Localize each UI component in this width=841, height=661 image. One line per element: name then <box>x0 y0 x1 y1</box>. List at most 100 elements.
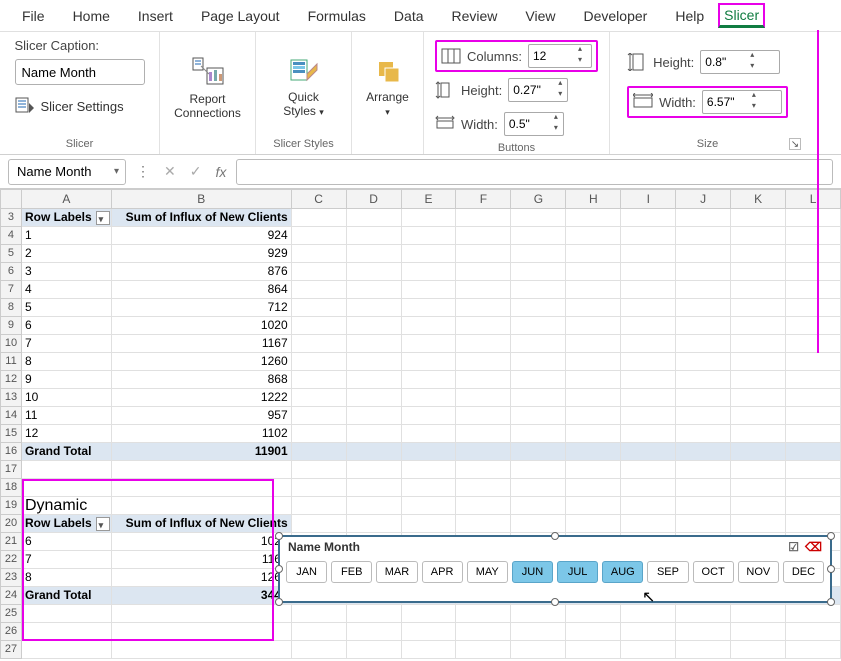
row-header[interactable]: 19 <box>0 497 22 515</box>
cell[interactable] <box>402 353 457 371</box>
cell[interactable] <box>731 407 786 425</box>
cell[interactable] <box>347 461 402 479</box>
cell[interactable] <box>292 443 347 461</box>
cell[interactable] <box>347 407 402 425</box>
cell[interactable] <box>292 317 347 335</box>
cell[interactable] <box>511 335 566 353</box>
cell[interactable] <box>456 461 511 479</box>
cell[interactable] <box>786 281 841 299</box>
cell[interactable] <box>731 623 786 641</box>
row-header[interactable]: 7 <box>0 281 22 299</box>
row-header[interactable]: 12 <box>0 371 22 389</box>
cell[interactable] <box>786 515 841 533</box>
cell[interactable] <box>676 497 731 515</box>
cell[interactable] <box>347 245 402 263</box>
cell[interactable] <box>112 479 292 497</box>
menu-file[interactable]: File <box>8 2 59 30</box>
cell[interactable]: 1260 <box>112 353 292 371</box>
cell[interactable] <box>621 353 676 371</box>
cell[interactable] <box>347 479 402 497</box>
size-height-spinner[interactable]: ▴▾ <box>700 50 780 74</box>
cell[interactable] <box>731 335 786 353</box>
cell[interactable] <box>731 641 786 659</box>
cell[interactable]: 6 <box>22 533 112 551</box>
cell[interactable] <box>566 317 621 335</box>
cell[interactable] <box>786 353 841 371</box>
cell[interactable] <box>621 623 676 641</box>
columns-spinner[interactable]: ▴▾ <box>528 44 592 68</box>
cell[interactable] <box>402 299 457 317</box>
cell[interactable]: 8 <box>22 353 112 371</box>
cell[interactable] <box>511 605 566 623</box>
cell[interactable] <box>731 461 786 479</box>
menu-view[interactable]: View <box>511 2 569 30</box>
cell[interactable]: 864 <box>112 281 292 299</box>
cell[interactable] <box>621 335 676 353</box>
cell[interactable] <box>511 353 566 371</box>
row-header[interactable]: 21 <box>0 533 22 551</box>
cell[interactable] <box>292 281 347 299</box>
cell[interactable] <box>292 299 347 317</box>
col-header-J[interactable]: J <box>676 189 731 209</box>
cell[interactable]: 929 <box>112 245 292 263</box>
cell[interactable] <box>402 407 457 425</box>
cell[interactable] <box>621 479 676 497</box>
row-header[interactable]: 17 <box>0 461 22 479</box>
cell[interactable] <box>402 641 457 659</box>
cell[interactable] <box>292 389 347 407</box>
cell[interactable] <box>566 353 621 371</box>
button-height-spinner[interactable]: ▴▾ <box>508 78 568 102</box>
cell[interactable] <box>22 461 112 479</box>
row-header[interactable]: 26 <box>0 623 22 641</box>
cell[interactable] <box>676 299 731 317</box>
cell[interactable] <box>456 641 511 659</box>
cell[interactable] <box>621 443 676 461</box>
row-header[interactable]: 9 <box>0 317 22 335</box>
cell[interactable] <box>292 227 347 245</box>
cell[interactable] <box>676 317 731 335</box>
cell[interactable] <box>456 389 511 407</box>
row-header[interactable]: 13 <box>0 389 22 407</box>
cell[interactable]: 2 <box>22 245 112 263</box>
cell[interactable] <box>402 263 457 281</box>
cell[interactable] <box>456 605 511 623</box>
col-header-E[interactable]: E <box>402 189 457 209</box>
cell[interactable] <box>511 407 566 425</box>
cell[interactable] <box>566 263 621 281</box>
row-header[interactable]: 11 <box>0 353 22 371</box>
cell[interactable] <box>22 479 112 497</box>
cell[interactable] <box>786 425 841 443</box>
cell[interactable] <box>292 407 347 425</box>
cell[interactable] <box>456 425 511 443</box>
row-header[interactable]: 14 <box>0 407 22 425</box>
size-width-spinner[interactable]: ▴▾ <box>702 90 782 114</box>
cell[interactable] <box>347 317 402 335</box>
arrange-button[interactable]: Arrange▾ <box>348 56 428 118</box>
cell[interactable] <box>292 209 347 227</box>
cell[interactable]: Dynamic <box>22 497 112 515</box>
namebox-dropdown-icon[interactable]: ⋮ <box>132 163 154 180</box>
cell[interactable] <box>731 497 786 515</box>
cell[interactable] <box>511 425 566 443</box>
cell[interactable] <box>676 461 731 479</box>
cell[interactable] <box>731 353 786 371</box>
menu-data[interactable]: Data <box>380 2 438 30</box>
cell[interactable] <box>676 281 731 299</box>
cell[interactable] <box>402 209 457 227</box>
cell[interactable]: 1167 <box>112 335 292 353</box>
cell[interactable] <box>456 245 511 263</box>
cell[interactable] <box>676 515 731 533</box>
cell[interactable]: 9 <box>22 371 112 389</box>
slicer-chip-may[interactable]: MAY <box>467 561 508 583</box>
cell[interactable] <box>566 335 621 353</box>
cell[interactable] <box>456 497 511 515</box>
cell[interactable]: Sum of Influx of New Clients <box>112 209 292 227</box>
cell[interactable] <box>786 641 841 659</box>
cell[interactable] <box>676 389 731 407</box>
cell[interactable] <box>786 371 841 389</box>
cell[interactable]: 7 <box>22 335 112 353</box>
cell[interactable] <box>566 425 621 443</box>
cell[interactable] <box>292 479 347 497</box>
cell[interactable] <box>786 461 841 479</box>
row-header[interactable]: 16 <box>0 443 22 461</box>
